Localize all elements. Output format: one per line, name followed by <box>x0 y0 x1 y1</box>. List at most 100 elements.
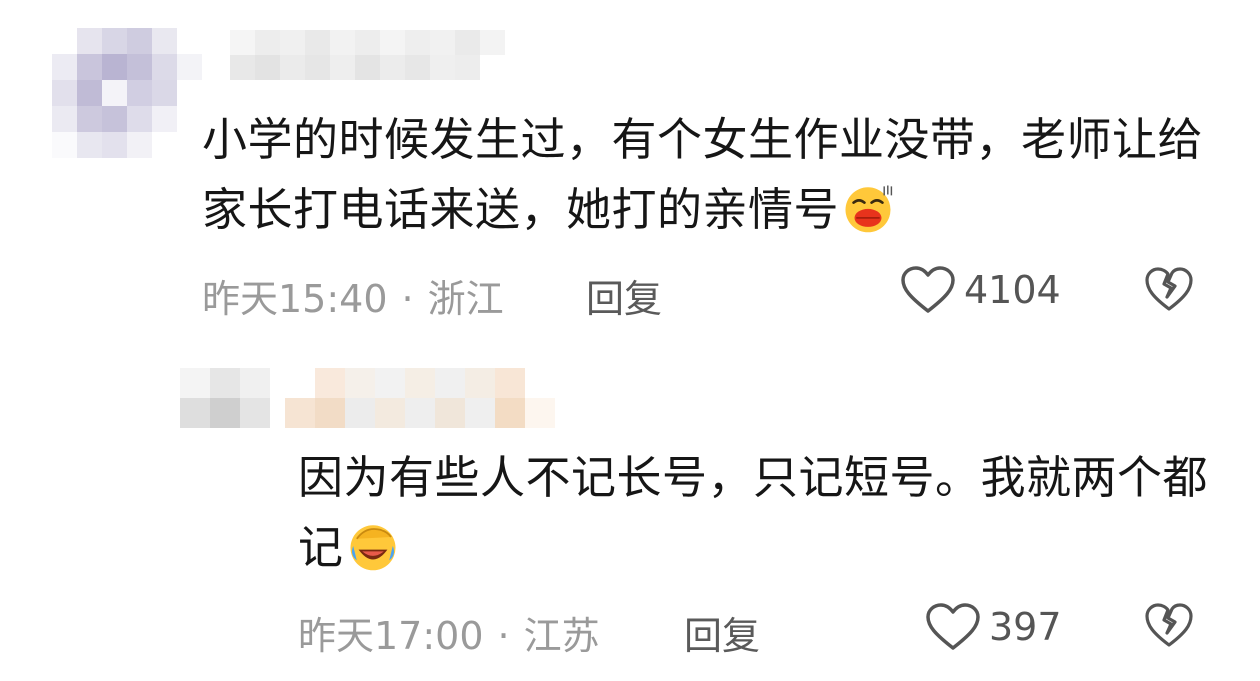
mosaic-tile <box>77 54 102 80</box>
mosaic-tile <box>102 28 127 54</box>
like-button[interactable]: 397 <box>925 602 1062 652</box>
mosaic-tile <box>127 132 152 158</box>
like-count: 4104 <box>964 268 1061 312</box>
broken-heart-icon[interactable] <box>1144 602 1194 648</box>
mosaic-tile <box>285 368 315 398</box>
mosaic-tile <box>102 106 127 132</box>
reply-button[interactable]: 回复 <box>586 268 662 323</box>
mosaic-tile <box>210 398 240 428</box>
mosaic-tile <box>315 368 345 398</box>
mosaic-tile <box>127 106 152 132</box>
mosaic-tile <box>52 106 77 132</box>
mosaic-tile <box>52 28 77 54</box>
comment-body: 小学的时候发生过，有个女生作业没带，老师让给家长打电话来送，她打的亲情号 <box>202 113 1204 236</box>
smirk-face-emoji-icon <box>845 185 893 233</box>
mosaic-tile <box>435 368 465 398</box>
mosaic-tile <box>102 54 127 80</box>
mosaic-tile <box>355 30 380 55</box>
meta-separator: · <box>401 277 414 321</box>
meta-separator: · <box>497 614 510 658</box>
mosaic-tile <box>465 368 495 398</box>
mosaic-tile <box>177 80 202 106</box>
mosaic-tile <box>495 368 525 398</box>
mosaic-tile <box>240 368 270 398</box>
mosaic-tile <box>495 398 525 428</box>
mosaic-tile <box>405 55 430 80</box>
mosaic-tile <box>280 30 305 55</box>
mosaic-tile <box>285 398 315 428</box>
mosaic-tile <box>177 28 202 54</box>
mosaic-tile <box>330 30 355 55</box>
mosaic-tile <box>152 80 177 106</box>
timestamp: 昨天15:40 <box>202 277 388 321</box>
comment-meta: 昨天17:00 · 江苏 <box>298 605 600 660</box>
mosaic-tile <box>230 30 255 55</box>
mosaic-tile <box>180 398 210 428</box>
mosaic-tile <box>455 55 480 80</box>
mosaic-tile <box>205 55 230 80</box>
mosaic-tile <box>355 55 380 80</box>
mosaic-tile <box>525 398 555 428</box>
mosaic-tile <box>380 55 405 80</box>
mosaic-tile <box>430 30 455 55</box>
mosaic-tile <box>205 30 230 55</box>
mosaic-tile <box>52 54 77 80</box>
avatar-blurred[interactable] <box>52 28 202 158</box>
mosaic-tile <box>465 398 495 428</box>
mosaic-tile <box>177 132 202 158</box>
mosaic-tile <box>380 30 405 55</box>
mosaic-tile <box>480 30 505 55</box>
mosaic-tile <box>375 368 405 398</box>
reply-button[interactable]: 回复 <box>684 605 760 660</box>
mosaic-tile <box>102 132 127 158</box>
mosaic-tile <box>152 106 177 132</box>
mosaic-tile <box>280 55 305 80</box>
mosaic-tile <box>180 368 210 398</box>
mosaic-tile <box>230 55 255 80</box>
mosaic-tile <box>405 368 435 398</box>
mosaic-tile <box>345 368 375 398</box>
mosaic-tile <box>210 368 240 398</box>
ip-location: 浙江 <box>427 277 504 321</box>
heart-outline-icon <box>901 266 955 313</box>
mosaic-tile <box>52 80 77 106</box>
mosaic-tile <box>152 54 177 80</box>
username-blurred[interactable] <box>285 368 555 428</box>
mosaic-tile <box>305 30 330 55</box>
mosaic-tile <box>345 398 375 428</box>
comment-meta: 昨天15:40 · 浙江 <box>202 268 504 323</box>
mosaic-tile <box>435 398 465 428</box>
mosaic-tile <box>127 28 152 54</box>
mosaic-tile <box>405 30 430 55</box>
mosaic-tile <box>77 80 102 106</box>
ip-location: 江苏 <box>523 614 600 658</box>
mosaic-tile <box>430 55 455 80</box>
mosaic-tile <box>315 398 345 428</box>
comment-text: 小学的时候发生过，有个女生作业没带，老师让给家长打电话来送，她打的亲情号 <box>202 105 1212 245</box>
mosaic-tile <box>177 106 202 132</box>
heart-outline-icon <box>926 603 980 650</box>
timestamp: 昨天17:00 <box>298 614 484 658</box>
mosaic-tile <box>177 54 202 80</box>
mosaic-tile <box>525 368 555 398</box>
mosaic-tile <box>455 30 480 55</box>
avatar-blurred[interactable] <box>180 368 270 428</box>
facepalm-laugh-emoji-icon <box>350 525 396 571</box>
broken-heart-icon[interactable] <box>1144 266 1194 312</box>
like-button[interactable]: 4104 <box>900 265 1061 315</box>
mosaic-tile <box>77 28 102 54</box>
mosaic-tile <box>152 28 177 54</box>
mosaic-tile <box>127 80 152 106</box>
mosaic-tile <box>77 132 102 158</box>
comment-body: 因为有些人不记长号，只记短号。我就两个都记 <box>298 451 1209 574</box>
mosaic-tile <box>405 398 435 428</box>
mosaic-tile <box>77 106 102 132</box>
like-count: 397 <box>989 605 1062 649</box>
mosaic-tile <box>52 132 77 158</box>
mosaic-tile <box>330 55 355 80</box>
mosaic-tile <box>152 132 177 158</box>
mosaic-tile <box>480 55 505 80</box>
mosaic-tile <box>305 55 330 80</box>
mosaic-tile <box>255 30 280 55</box>
username-blurred[interactable] <box>205 30 505 80</box>
